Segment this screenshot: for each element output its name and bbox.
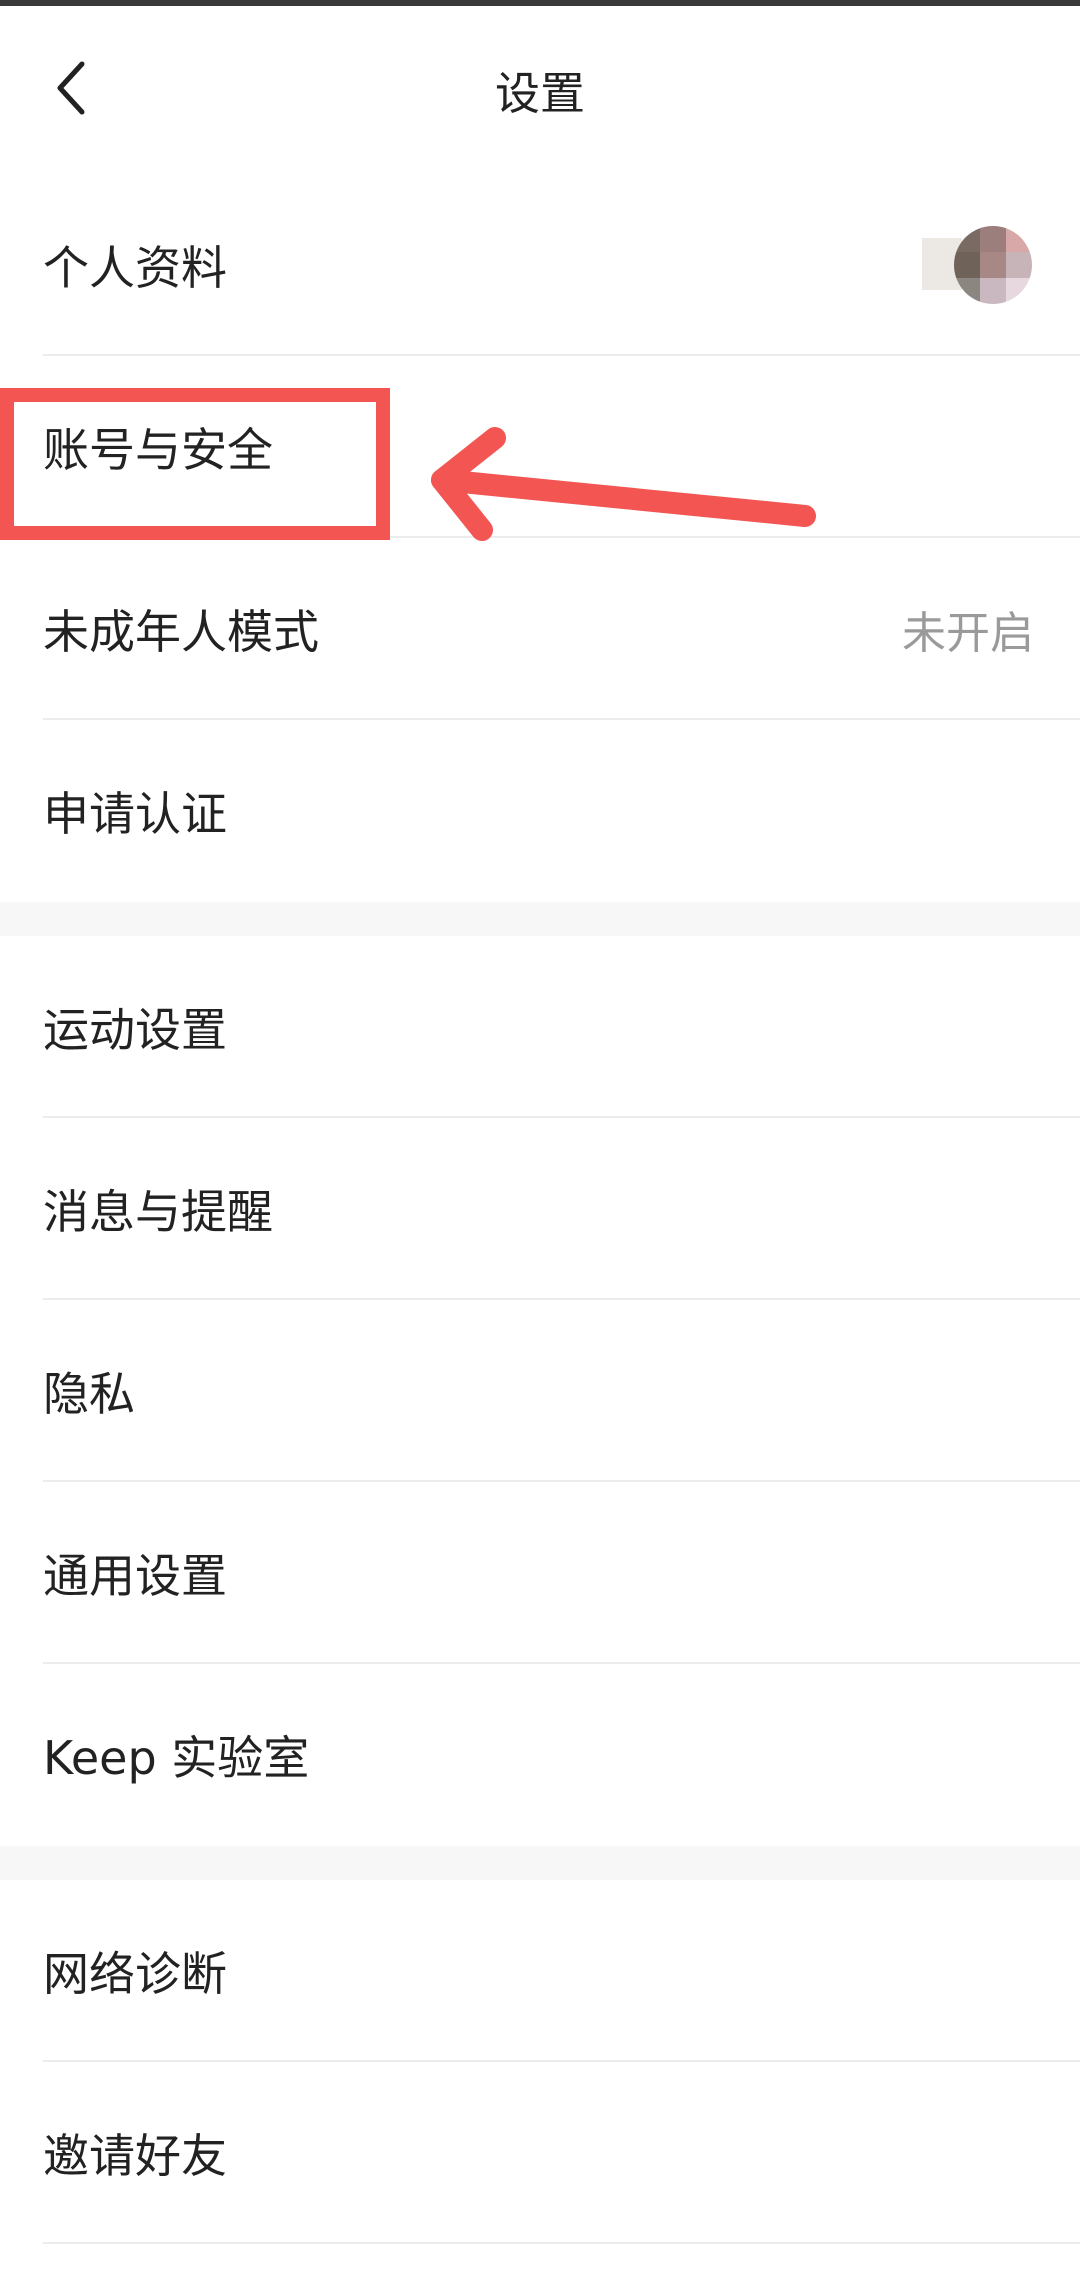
- settings-item-label: 通用设置: [43, 1549, 227, 1603]
- divider: [43, 2242, 1080, 2244]
- settings-item-keep-lab[interactable]: Keep 实验室: [0, 1664, 1080, 1846]
- settings-item-apply-verification[interactable]: 申请认证: [0, 720, 1080, 902]
- header-bar: 设置: [0, 6, 1080, 174]
- settings-item-profile[interactable]: 个人资料: [0, 174, 1080, 356]
- section-separator: [0, 1846, 1080, 1880]
- annotation-arrow-icon: [431, 427, 816, 541]
- settings-item-sport-settings[interactable]: 运动设置: [0, 936, 1080, 1118]
- avatar-image: [954, 226, 1032, 304]
- annotation-highlight-box: [0, 388, 390, 540]
- settings-item-label: 网络诊断: [43, 1947, 227, 2001]
- page-title: 设置: [494, 67, 585, 120]
- settings-item-label: 消息与提醒: [43, 1185, 273, 1239]
- settings-item-label: 申请认证: [43, 787, 227, 841]
- avatar: [922, 220, 1032, 310]
- settings-item-general-settings[interactable]: 通用设置: [0, 1482, 1080, 1664]
- settings-item-invite-friends[interactable]: 邀请好友: [0, 2062, 1080, 2244]
- settings-item-label: 未成年人模式: [43, 605, 319, 659]
- settings-item-network-diagnosis[interactable]: 网络诊断: [0, 1880, 1080, 2062]
- settings-item-notifications[interactable]: 消息与提醒: [0, 1118, 1080, 1300]
- settings-item-minor-mode[interactable]: 未成年人模式 未开启: [0, 538, 1080, 720]
- settings-item-value: 未开启: [902, 608, 1034, 659]
- settings-item-label: 运动设置: [43, 1003, 227, 1057]
- settings-item-privacy[interactable]: 隐私: [0, 1300, 1080, 1482]
- settings-item-label: Keep 实验室: [43, 1731, 310, 1785]
- settings-item-label: 隐私: [43, 1367, 135, 1421]
- settings-item-label: 邀请好友: [43, 2129, 227, 2183]
- settings-item-label: 个人资料: [43, 241, 227, 295]
- section-separator: [0, 902, 1080, 936]
